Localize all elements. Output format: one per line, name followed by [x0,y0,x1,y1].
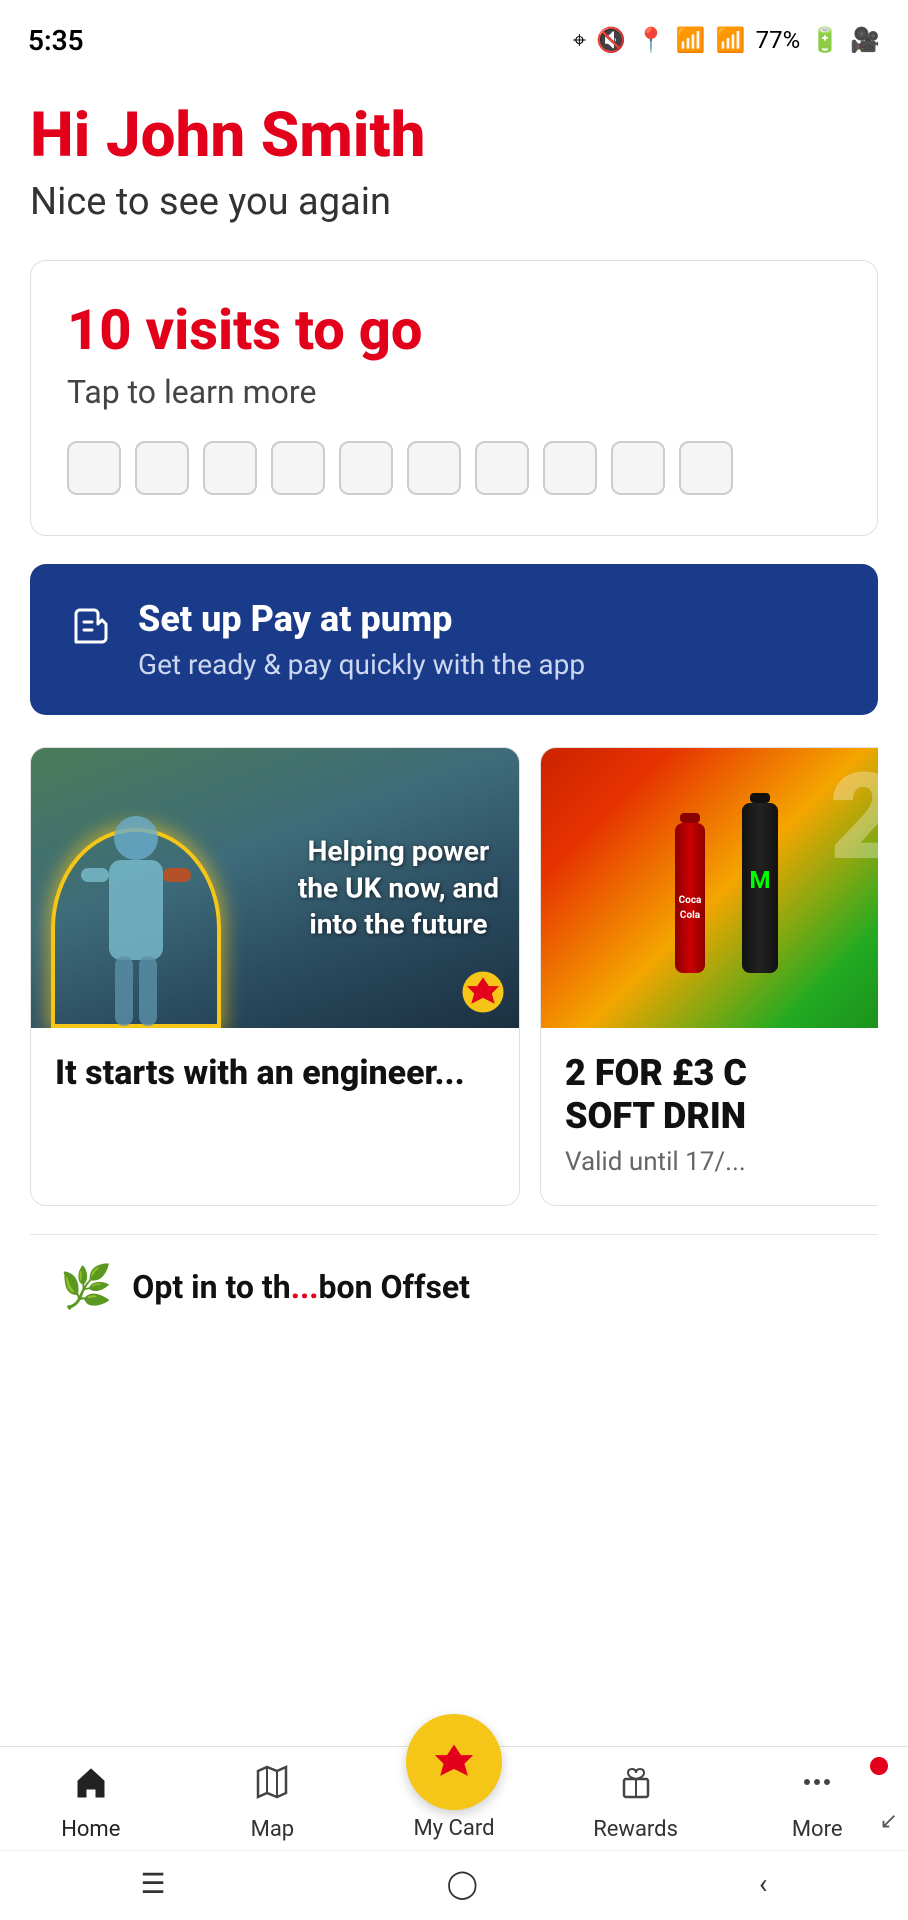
nav-home[interactable]: Home [0,1763,182,1842]
visit-dot-5 [339,441,393,495]
visit-dot-3 [203,441,257,495]
camera-icon: 🎥 [850,26,880,54]
greeting-name: Hi John Smith [30,102,878,170]
drinks-card-image: 2 Coca Cola [541,748,878,1028]
coke-bottle-icon: Coca Cola [660,803,720,983]
drinks-valid: Valid until 17/... [565,1147,878,1177]
drinks-card[interactable]: 2 Coca Cola [540,747,878,1205]
monster-bottle-icon: M [730,783,790,983]
visit-dot-10 [679,441,733,495]
opt-in-banner[interactable]: 🌿 Opt in to th...bon Offset [30,1234,878,1340]
android-back-btn[interactable]: ‹ [759,1867,767,1900]
bottom-nav: Home Map My Card [0,1746,908,1920]
engineer-card-body: It starts with an engineer... [31,1028,519,1123]
shell-logo-nav-icon [428,1736,480,1788]
nav-more-badge [870,1757,888,1775]
greeting-section: Hi John Smith Nice to see you again [30,102,878,224]
mute-icon: 🔇 [596,26,626,54]
nav-mycard[interactable]: My Card [363,1714,545,1841]
cursor-arrow: ↙ [880,1809,898,1834]
rewards-icon [617,1763,655,1811]
location-icon: 📍 [636,26,666,54]
android-home-btn[interactable]: ◯ [447,1867,478,1900]
bluetooth-icon: ⌖ [573,26,587,54]
nav-mycard-label: My Card [413,1816,494,1841]
main-content: Hi John Smith Nice to see you again 10 v… [0,72,908,1340]
status-icons: ⌖ 🔇 📍 📶 📶 77% 🔋 🎥 [573,26,880,54]
map-icon [253,1763,291,1811]
pump-banner[interactable]: Set up Pay at pump Get ready & pay quick… [30,564,878,715]
drink-bottles: Coca Cola [660,783,790,993]
nav-mycard-circle[interactable] [406,1714,502,1810]
engineer-card-image: Helping powerthe UK now, andinto the fut… [31,748,519,1028]
nav-rewards[interactable]: Rewards [545,1763,727,1842]
cards-row: Helping powerthe UK now, andinto the fut… [30,747,878,1205]
battery-text: 77% [756,26,801,54]
signal-icon: 📶 [716,26,746,54]
pump-description: Get ready & pay quickly with the app [138,648,585,681]
pump-text: Set up Pay at pump Get ready & pay quick… [138,598,585,681]
pump-icon [66,602,114,661]
greeting-subtitle: Nice to see you again [30,180,878,224]
visit-dot-9 [611,441,665,495]
engineer-card[interactable]: Helping powerthe UK now, andinto the fut… [30,747,520,1205]
visit-dot-1 [67,441,121,495]
nav-more[interactable]: More ↙ [726,1763,908,1842]
leaf-icon: 🌿 [60,1263,112,1312]
pump-title: Set up Pay at pump [138,598,585,640]
engineer-overlay-text: Helping powerthe UK now, andinto the fut… [298,834,499,943]
svg-text:M: M [749,866,770,894]
svg-text:Coca: Coca [679,895,702,906]
visits-dots [67,441,841,495]
visits-card[interactable]: 10 visits to go Tap to learn more [30,260,878,536]
status-time: 5:35 [28,24,84,57]
drinks-deal: 2 FOR £3 CSOFT DRIN [565,1052,878,1138]
home-icon [72,1763,110,1811]
engineer-figure-icon [71,798,201,1028]
visit-dot-4 [271,441,325,495]
nav-map[interactable]: Map [182,1763,364,1842]
battery-icon: 🔋 [810,26,840,54]
nav-map-label: Map [251,1817,295,1842]
nav-bar: Home Map My Card [0,1747,908,1850]
visit-dot-2 [135,441,189,495]
drinks-bg-number: 2 [829,758,878,878]
visit-dot-8 [543,441,597,495]
nav-more-label: More [792,1817,843,1842]
shell-logo-engineer [461,970,505,1014]
visits-subtitle: Tap to learn more [67,373,841,411]
status-bar: 5:35 ⌖ 🔇 📍 📶 📶 77% 🔋 🎥 [0,0,908,72]
android-menu-btn[interactable]: ☰ [141,1867,166,1900]
opt-in-text: Opt in to th...bon Offset [132,1268,470,1306]
visit-dot-7 [475,441,529,495]
drinks-card-body: 2 FOR £3 CSOFT DRIN Valid until 17/... [541,1028,878,1204]
svg-text:Cola: Cola [680,910,701,921]
nav-home-label: Home [61,1817,120,1842]
visits-title: 10 visits to go [67,297,841,363]
android-nav: ☰ ◯ ‹ [0,1850,908,1920]
visit-dot-6 [407,441,461,495]
wifi-icon: 📶 [676,26,706,54]
nav-rewards-label: Rewards [593,1817,678,1842]
engineer-card-title: It starts with an engineer... [55,1052,495,1095]
more-icon [798,1763,836,1811]
